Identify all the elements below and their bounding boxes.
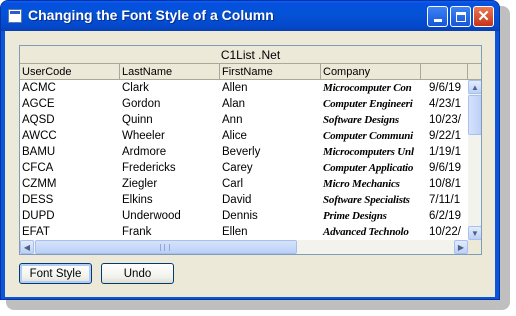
cell-date[interactable]: 1/19/1 <box>421 145 468 161</box>
cell-company[interactable]: Microcomputer Con <box>321 81 421 97</box>
grid-rows: ACMC Clark Allen Microcomputer Con 9/6/19 AGC… <box>20 81 468 241</box>
chevron-right-icon: ▶ <box>457 242 465 252</box>
table-row[interactable]: CFCA Fredericks Carey Computer Applicatio 9/… <box>20 161 468 177</box>
table-row[interactable]: AQSD Quinn Ann Software Designs 10/23/ <box>20 113 468 129</box>
cell-firstname[interactable]: David <box>220 193 321 209</box>
horizontal-scrollbar[interactable]: ◀ ▶ <box>20 240 468 254</box>
cell-usercode[interactable]: CFCA <box>20 161 120 177</box>
cell-firstname[interactable]: Ellen <box>220 225 321 241</box>
scroll-right-button[interactable]: ▶ <box>454 240 468 254</box>
maximize-button[interactable] <box>450 6 471 27</box>
cell-usercode[interactable]: BAMU <box>20 145 120 161</box>
cell-usercode[interactable]: EFAT <box>20 225 120 241</box>
maximize-icon <box>455 11 466 22</box>
cell-usercode[interactable]: DUPD <box>20 209 120 225</box>
column-header-firstname[interactable]: FirstName <box>220 64 321 80</box>
cell-firstname[interactable]: Alan <box>220 97 321 113</box>
scrollbar-corner <box>468 240 481 254</box>
cell-lastname[interactable]: Fredericks <box>120 161 220 177</box>
cell-lastname[interactable]: Quinn <box>120 113 220 129</box>
column-header-date[interactable] <box>421 64 468 80</box>
window-title: Changing the Font Style of a Column <box>28 7 274 23</box>
table-row[interactable]: DUPD Underwood Dennis Prime Designs 6/2/19 <box>20 209 468 225</box>
table-row[interactable]: AGCE Gordon Alan Computer Engineeri 4/23/1 <box>20 97 468 113</box>
cell-lastname[interactable]: Frank <box>120 225 220 241</box>
cell-usercode[interactable]: CZMM <box>20 177 120 193</box>
horizontal-scroll-thumb[interactable] <box>35 240 297 254</box>
cell-company[interactable]: Software Designs <box>321 113 421 129</box>
cell-company[interactable]: Computer Communi <box>321 129 421 145</box>
cell-lastname[interactable]: Elkins <box>120 193 220 209</box>
app-window: Changing the Font Style of a Column ✕ C1… <box>0 0 500 300</box>
cell-date[interactable]: 9/22/1 <box>421 129 468 145</box>
undo-button[interactable]: Undo <box>101 263 174 284</box>
close-button[interactable]: ✕ <box>473 6 494 27</box>
cell-date[interactable]: 9/6/19 <box>421 81 468 97</box>
cell-company[interactable]: Computer Applicatio <box>321 161 421 177</box>
vertical-scroll-thumb[interactable] <box>468 95 481 135</box>
font-style-button[interactable]: Font Style <box>19 263 92 284</box>
close-icon: ✕ <box>477 8 490 25</box>
column-header-usercode[interactable]: UserCode <box>20 64 120 80</box>
cell-date[interactable]: 7/11/1 <box>421 193 468 209</box>
column-header-row: UserCode LastName FirstName Company <box>20 64 481 80</box>
vertical-scrollbar[interactable]: ▲ ▼ <box>468 80 481 240</box>
title-bar[interactable]: Changing the Font Style of a Column ✕ <box>1 1 499 31</box>
cell-firstname[interactable]: Allen <box>220 81 321 97</box>
grid-caption: C1List .Net <box>20 46 481 64</box>
cell-usercode[interactable]: ACMC <box>20 81 120 97</box>
cell-date[interactable]: 4/23/1 <box>421 97 468 113</box>
window-client-area: C1List .Net UserCode LastName FirstName … <box>5 31 495 297</box>
column-header-lastname[interactable]: LastName <box>120 64 220 80</box>
cell-date[interactable]: 10/8/1 <box>421 177 468 193</box>
cell-lastname[interactable]: Underwood <box>120 209 220 225</box>
cell-usercode[interactable]: AWCC <box>20 129 120 145</box>
cell-company[interactable]: Software Specialists <box>321 193 421 209</box>
app-icon <box>8 9 22 23</box>
cell-firstname[interactable]: Alice <box>220 129 321 145</box>
chevron-left-icon: ◀ <box>23 242 31 252</box>
table-row[interactable]: BAMU Ardmore Beverly Microcomputers Unl 1/19… <box>20 145 468 161</box>
cell-usercode[interactable]: AGCE <box>20 97 120 113</box>
cell-usercode[interactable]: DESS <box>20 193 120 209</box>
cell-firstname[interactable]: Carey <box>220 161 321 177</box>
column-header-company[interactable]: Company <box>321 64 421 80</box>
minimize-icon <box>433 19 442 22</box>
cell-date[interactable]: 6/2/19 <box>421 209 468 225</box>
scroll-up-button[interactable]: ▲ <box>468 80 481 94</box>
cell-firstname[interactable]: Dennis <box>220 209 321 225</box>
grip-icon <box>160 244 170 251</box>
cell-lastname[interactable]: Ziegler <box>120 177 220 193</box>
cell-company[interactable]: Advanced Technolo <box>321 225 421 241</box>
table-row[interactable]: AWCC Wheeler Alice Computer Communi 9/22/1 <box>20 129 468 145</box>
scroll-left-button[interactable]: ◀ <box>20 240 34 254</box>
chevron-down-icon: ▼ <box>471 228 479 238</box>
cell-firstname[interactable]: Carl <box>220 177 321 193</box>
c1list-grid[interactable]: C1List .Net UserCode LastName FirstName … <box>19 45 482 255</box>
table-row[interactable]: DESS Elkins David Software Specialists 7/11/… <box>20 193 468 209</box>
cell-lastname[interactable]: Wheeler <box>120 129 220 145</box>
cell-date[interactable]: 9/6/19 <box>421 161 468 177</box>
chevron-up-icon: ▲ <box>471 82 479 92</box>
cell-usercode[interactable]: AQSD <box>20 113 120 129</box>
cell-date[interactable]: 10/23/ <box>421 113 468 129</box>
cell-firstname[interactable]: Ann <box>220 113 321 129</box>
minimize-button[interactable] <box>427 6 448 27</box>
cell-company[interactable]: Micro Mechanics <box>321 177 421 193</box>
cell-firstname[interactable]: Beverly <box>220 145 321 161</box>
cell-lastname[interactable]: Gordon <box>120 97 220 113</box>
cell-lastname[interactable]: Clark <box>120 81 220 97</box>
cell-company[interactable]: Prime Designs <box>321 209 421 225</box>
cell-date[interactable]: 10/22/ <box>421 225 468 241</box>
cell-company[interactable]: Computer Engineeri <box>321 97 421 113</box>
table-row[interactable]: CZMM Ziegler Carl Micro Mechanics 10/8/1 <box>20 177 468 193</box>
cell-lastname[interactable]: Ardmore <box>120 145 220 161</box>
cell-company[interactable]: Microcomputers Unl <box>321 145 421 161</box>
scroll-down-button[interactable]: ▼ <box>468 226 481 240</box>
table-row[interactable]: ACMC Clark Allen Microcomputer Con 9/6/19 <box>20 81 468 97</box>
table-row[interactable]: EFAT Frank Ellen Advanced Technolo 10/22/ <box>20 225 468 241</box>
